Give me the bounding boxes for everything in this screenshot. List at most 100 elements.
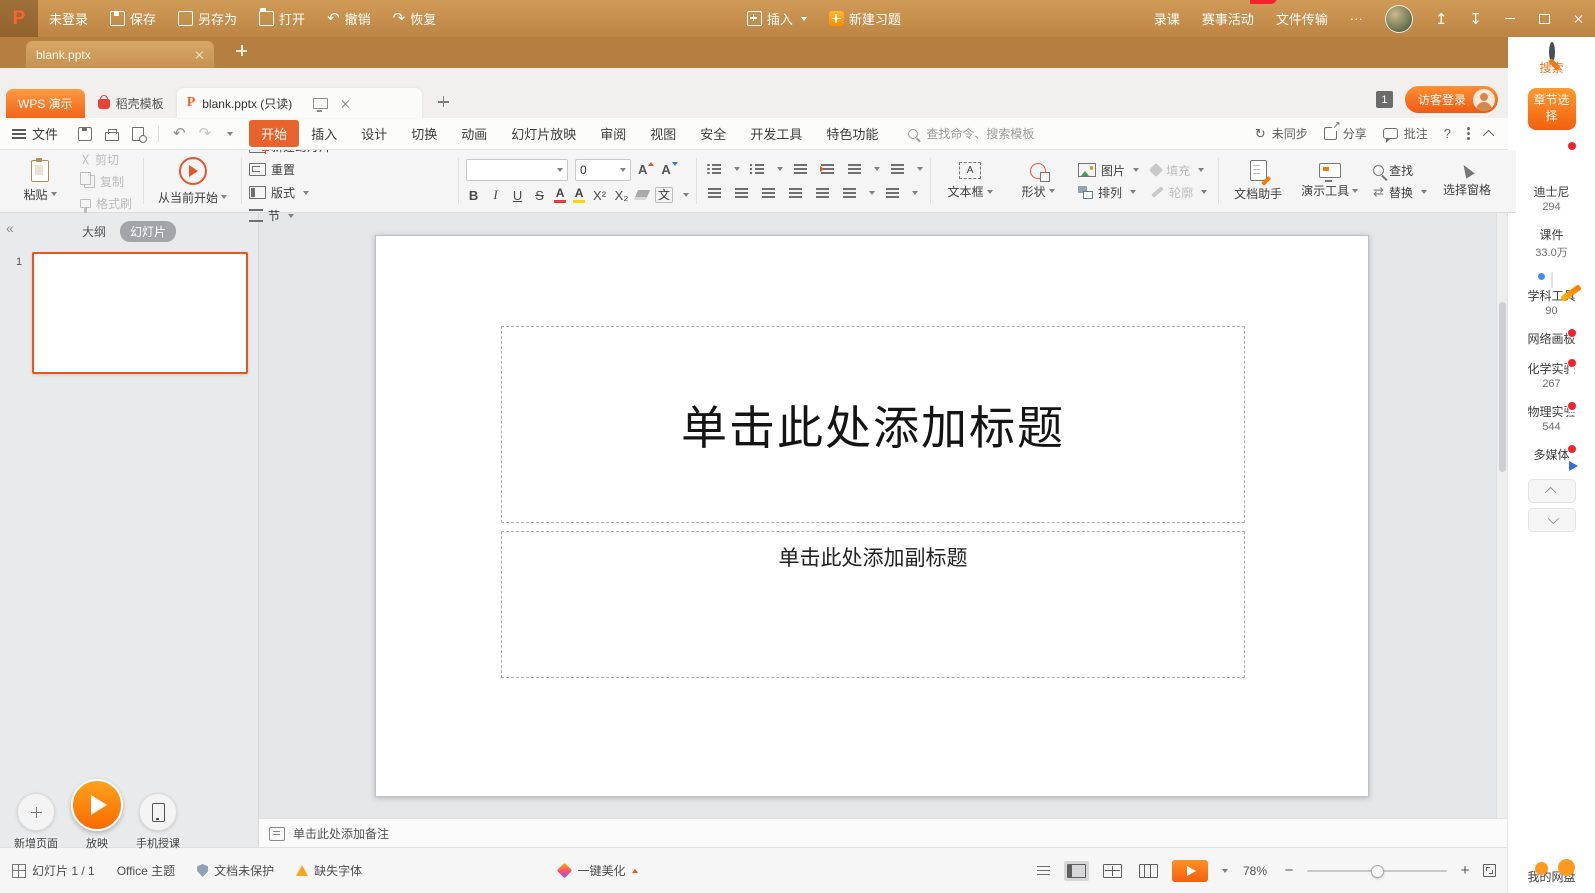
my-cloud-drive-button[interactable]: 我的网盘 <box>1508 868 1595 885</box>
slide-canvas[interactable]: 单击此处添加标题 单击此处添加副标题 <box>375 235 1369 797</box>
save-as-button[interactable]: 另存为 <box>167 0 248 37</box>
tab-docer-templates[interactable]: 稻壳模板 <box>85 89 177 118</box>
fit-slide-button[interactable] <box>1483 864 1496 877</box>
zoom-slider[interactable] <box>1307 870 1447 872</box>
command-search[interactable] <box>908 126 1068 142</box>
slide-thumbnail-selected[interactable] <box>32 252 248 374</box>
file-tab-close-icon[interactable] <box>195 50 204 59</box>
zoom-in-button[interactable]: + <box>1458 862 1472 879</box>
undo-history-chevron-icon[interactable] <box>227 132 233 136</box>
wps-main-menu-button[interactable]: WPS 演示 <box>6 89 85 118</box>
print-preview-icon[interactable] <box>132 127 144 141</box>
columns-button[interactable] <box>882 184 902 202</box>
section-button[interactable]: 节 <box>245 206 353 225</box>
redo-icon[interactable] <box>199 126 212 141</box>
login-status-button[interactable]: 未登录 <box>38 0 99 37</box>
zoom-out-button[interactable]: − <box>1282 862 1296 879</box>
decrease-font-button[interactable]: A <box>661 162 677 177</box>
italic-button[interactable]: I <box>488 187 503 203</box>
redo-button[interactable]: 恢复 <box>382 0 448 37</box>
print-icon[interactable] <box>105 132 119 141</box>
comment-button[interactable]: 批注 <box>1383 125 1428 142</box>
guest-login-button[interactable]: 访客登录 <box>1405 86 1498 113</box>
collapse-panel-button[interactable]: « <box>6 220 14 236</box>
align-left-button[interactable] <box>704 184 724 202</box>
share-button[interactable]: 分享 <box>1324 125 1367 142</box>
undo-icon[interactable] <box>173 126 186 141</box>
sidebar-item-multimedia[interactable]: 多媒体 <box>1508 446 1595 463</box>
play-icon[interactable] <box>71 779 123 831</box>
font-color-button[interactable]: A <box>554 187 566 204</box>
add-page-circle[interactable] <box>17 793 55 831</box>
text-tool-button[interactable]: 文 <box>655 187 673 203</box>
more-options-icon[interactable] <box>1467 127 1470 130</box>
present-button[interactable]: 放映 <box>71 779 123 851</box>
justify-button[interactable] <box>785 184 805 202</box>
subtitle-placeholder[interactable]: 单击此处添加副标题 <box>501 531 1245 678</box>
reading-view-button[interactable] <box>1136 861 1161 881</box>
tab-insert[interactable]: 插入 <box>299 120 349 147</box>
zoom-slider-handle[interactable] <box>1371 865 1384 878</box>
record-lesson-button[interactable]: 录课 <box>1143 0 1191 37</box>
undo-button[interactable]: 撤销 <box>316 0 382 37</box>
events-button[interactable]: 赛事活动new <box>1191 0 1265 37</box>
tab-developer[interactable]: 开发工具 <box>738 120 814 147</box>
font-size-select[interactable]: 0 <box>575 159 631 181</box>
superscript-button[interactable]: X² <box>592 188 607 203</box>
format-painter-button[interactable]: 格式刷 <box>76 194 136 213</box>
user-avatar[interactable] <box>1374 0 1424 37</box>
present-on-monitor-icon[interactable] <box>313 98 328 109</box>
normal-view-button[interactable] <box>1064 861 1089 881</box>
one-click-beautify-button[interactable]: 一键美化 <box>559 862 638 879</box>
sidebar-item-physics-lab[interactable]: 物理实验 544 <box>1508 403 1595 433</box>
replace-button[interactable]: 替换 <box>1369 183 1431 202</box>
phone-circle[interactable] <box>139 793 177 831</box>
download-button[interactable] <box>1458 0 1493 37</box>
sidebar-item-courseware[interactable]: 课件 33.0万 <box>1508 226 1595 260</box>
file-menu-button[interactable]: 文件 <box>0 124 70 143</box>
reset-slide-button[interactable]: 重置 <box>245 160 353 179</box>
notes-toggle-icon[interactable] <box>1033 862 1053 880</box>
tab-home[interactable]: 开始 <box>249 120 299 147</box>
scrollbar-thumb[interactable] <box>1499 302 1506 472</box>
line-spacing-button[interactable] <box>844 160 864 178</box>
increase-indent-button[interactable] <box>817 160 837 178</box>
numbered-list-button[interactable] <box>747 160 767 178</box>
maximize-button[interactable] <box>1527 0 1561 37</box>
more-menu-button[interactable]: ··· <box>1339 0 1374 37</box>
align-right-button[interactable] <box>758 184 778 202</box>
clear-format-icon[interactable] <box>634 190 650 200</box>
save-button[interactable]: 保存 <box>99 0 167 37</box>
font-family-select[interactable] <box>466 159 568 181</box>
insert-menu-button[interactable]: 插入 <box>736 0 818 37</box>
presentation-tools-button[interactable]: 演示工具 <box>1294 150 1365 212</box>
text-direction-button[interactable] <box>887 160 907 178</box>
decrease-indent-button[interactable] <box>790 160 810 178</box>
tab-slideshow[interactable]: 幻灯片放映 <box>499 120 588 147</box>
sidebar-item-disney[interactable]: 迪士尼 294 <box>1508 143 1595 213</box>
tab-view[interactable]: 视图 <box>638 120 688 147</box>
copy-button[interactable]: 复制 <box>76 172 136 191</box>
document-tab-close-icon[interactable] <box>341 99 350 108</box>
find-button[interactable]: 查找 <box>1369 161 1431 180</box>
subscript-button[interactable]: X₂ <box>614 188 629 203</box>
sidebar-search-button[interactable]: 搜索 <box>1508 37 1595 76</box>
chapter-select-button[interactable]: 章节选择 <box>1528 88 1576 130</box>
bullet-list-button[interactable] <box>704 160 724 178</box>
cut-button[interactable]: 剪切 <box>76 150 136 169</box>
sync-status-button[interactable]: 未同步 <box>1255 125 1308 142</box>
notes-bar[interactable]: 单击此处添加备注 <box>259 818 1518 848</box>
sidebar-item-netboard[interactable]: 网络画板 <box>1508 330 1595 347</box>
align-center-button[interactable] <box>731 184 751 202</box>
bold-button[interactable]: B <box>466 188 481 203</box>
missing-font-warning[interactable]: 缺失字体 <box>296 862 362 879</box>
tab-animations[interactable]: 动画 <box>449 120 499 147</box>
new-document-tab-button[interactable] <box>438 96 449 110</box>
document-assistant-button[interactable]: 文档助手 <box>1226 150 1290 212</box>
sidebar-item-chemistry-lab[interactable]: 化学实验 267 <box>1508 360 1595 390</box>
new-exercise-button[interactable]: 新建习题 <box>818 0 912 37</box>
tab-design[interactable]: 设计 <box>349 120 399 147</box>
increase-font-button[interactable]: A <box>638 162 654 177</box>
textbox-button[interactable]: 文本框 <box>938 150 1002 212</box>
quick-save-icon[interactable] <box>78 127 92 141</box>
